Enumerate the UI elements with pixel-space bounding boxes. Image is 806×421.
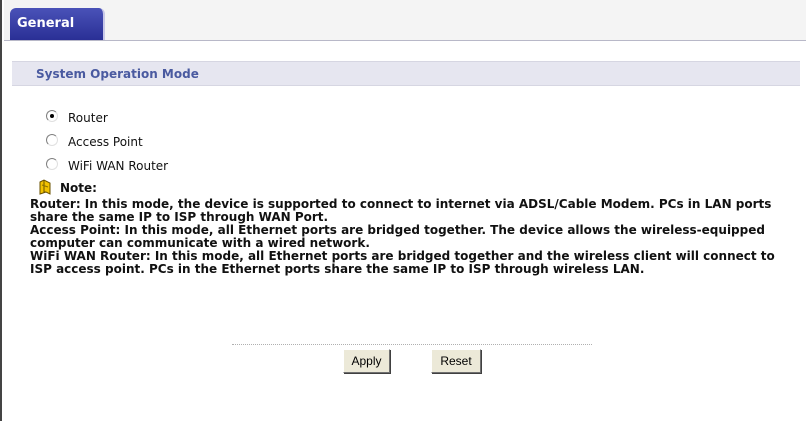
access-point-description: Access Point: In this mode, all Ethernet… [30, 223, 765, 250]
note-body: Router: In this mode, the device is supp… [30, 198, 800, 276]
mode-option-wifi-wan-router[interactable]: WiFi WAN Router [46, 157, 168, 175]
tab-bar: General [4, 0, 806, 41]
apply-button[interactable]: Apply [343, 349, 390, 373]
wifi-wan-router-radio[interactable] [46, 158, 58, 170]
wifi-wan-router-description: WiFi WAN Router: In this mode, all Ether… [30, 249, 775, 276]
note-heading: Note: [38, 178, 97, 198]
note-icon [38, 178, 54, 198]
wifi-wan-router-label: WiFi WAN Router [68, 159, 169, 173]
mode-option-access-point[interactable]: Access Point [46, 133, 143, 151]
section-header: System Operation Mode [12, 61, 800, 86]
button-divider [232, 344, 592, 345]
reset-button[interactable]: Reset [431, 349, 481, 373]
router-radio[interactable] [46, 110, 58, 122]
access-point-radio[interactable] [46, 134, 58, 146]
main-frame: General System Operation Mode Router Acc… [0, 0, 806, 421]
router-label: Router [68, 111, 108, 125]
note-label: Note: [60, 181, 97, 195]
router-description: Router: In this mode, the device is supp… [30, 197, 772, 224]
tab-general[interactable]: General [10, 8, 105, 40]
mode-option-router[interactable]: Router [46, 109, 108, 127]
access-point-label: Access Point [68, 135, 143, 149]
